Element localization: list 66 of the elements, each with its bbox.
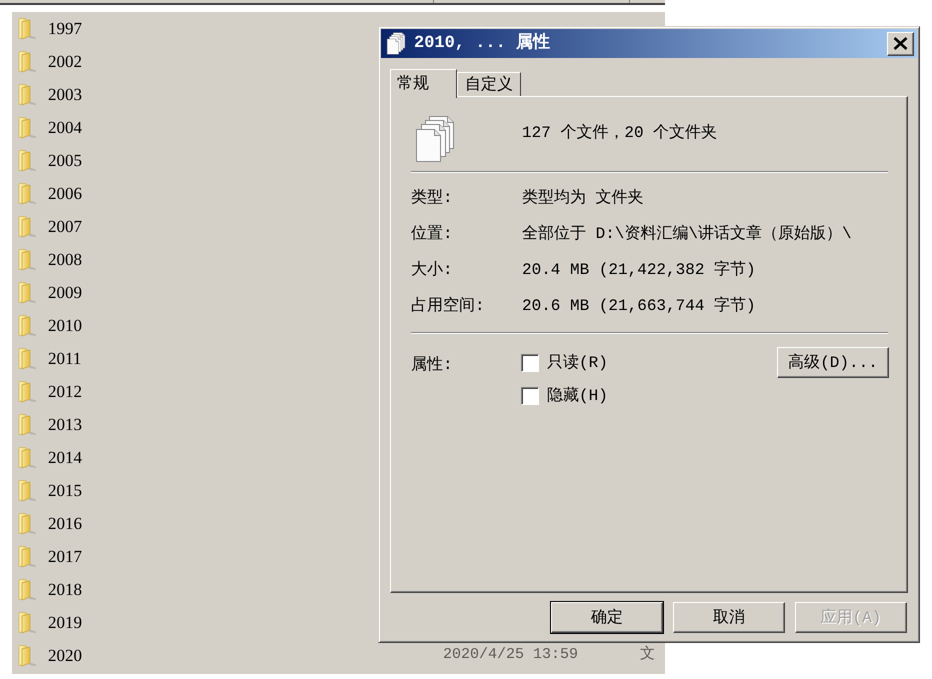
folder-icon <box>18 282 37 304</box>
files-icon <box>415 115 455 163</box>
folder-icon <box>18 150 37 172</box>
files-icon <box>386 32 406 55</box>
folder-icon <box>18 314 37 336</box>
property-value: 20.6 MB (21,663,744 字节) <box>522 296 756 317</box>
property-label: 大小: <box>411 260 454 281</box>
folder-icon <box>18 216 37 238</box>
folder-name[interactable]: 2007 <box>48 214 82 240</box>
folder-icon <box>18 578 37 600</box>
folder-icon <box>18 84 37 106</box>
advanced-button[interactable]: 高级(D)... <box>777 347 889 378</box>
folder-name[interactable]: 2015 <box>48 478 82 504</box>
folder-icon <box>18 512 37 534</box>
folder-name[interactable]: 2017 <box>48 544 82 570</box>
property-label: 位置: <box>411 224 454 245</box>
folder-name[interactable]: 2011 <box>48 346 82 372</box>
checkbox[interactable] <box>521 354 539 372</box>
folder-name[interactable]: 2018 <box>48 576 82 602</box>
close-button[interactable] <box>887 32 914 56</box>
checkbox-label[interactable]: 只读(R) <box>547 350 608 374</box>
folder-name[interactable]: 2020 <box>48 642 82 668</box>
folder-icon <box>18 18 37 40</box>
tab[interactable]: 自定义 <box>457 72 521 96</box>
folder-name[interactable]: 2008 <box>48 246 82 272</box>
folder-icon <box>18 644 37 666</box>
folder-name[interactable]: 2014 <box>48 444 82 470</box>
folder-name[interactable]: 2010 <box>48 312 82 338</box>
folder-name[interactable]: 2003 <box>48 82 82 108</box>
folder-name[interactable]: 2005 <box>48 148 82 174</box>
folder-icon <box>18 116 37 138</box>
property-label: 占用空间: <box>411 296 486 317</box>
close-icon <box>893 37 908 50</box>
folder-name[interactable]: 2016 <box>48 510 82 536</box>
folder-icon <box>18 248 37 270</box>
property-value: 20.4 MB (21,422,382 字节) <box>522 260 756 281</box>
folder-name[interactable]: 2006 <box>48 180 82 206</box>
folder-icon <box>18 182 37 204</box>
checkbox-label[interactable]: 隐藏(H) <box>547 384 608 408</box>
modified-date: 2020/4/25 13:59 <box>443 645 580 666</box>
checkbox[interactable] <box>521 386 539 404</box>
window-title: 2010, ... 属性 <box>414 32 550 55</box>
folder-icon <box>18 414 37 436</box>
property-label: 类型: <box>411 188 454 209</box>
cancel-button[interactable]: 取消 <box>673 602 785 633</box>
ok-button[interactable]: 确定 <box>551 602 663 633</box>
folder-icon <box>18 612 37 634</box>
folder-name[interactable]: 2002 <box>48 48 82 74</box>
folder-name[interactable]: 2004 <box>48 114 82 140</box>
folder-name[interactable]: 2019 <box>48 610 82 636</box>
folder-name[interactable]: 2013 <box>48 412 82 438</box>
folder-name[interactable]: 2012 <box>48 378 82 404</box>
folder-icon <box>18 480 37 502</box>
folder-icon <box>18 446 37 468</box>
summary-text: 127 个文件，20 个文件夹 <box>522 122 718 144</box>
folder-icon <box>18 348 37 370</box>
folder-name[interactable]: 2009 <box>48 280 82 306</box>
folder-icon <box>18 50 37 72</box>
folder-icon <box>18 546 37 568</box>
property-value: 类型均为 文件夹 <box>522 188 644 209</box>
tab[interactable]: 常规 <box>390 69 457 98</box>
property-value: 全部位于 D:\资料汇编\讲话文章（原始版）\ <box>522 224 852 245</box>
file-type: 文 <box>640 644 656 666</box>
folder-icon <box>18 380 37 402</box>
folder-name[interactable]: 1997 <box>48 16 82 42</box>
attributes-label: 属性: <box>411 355 454 376</box>
